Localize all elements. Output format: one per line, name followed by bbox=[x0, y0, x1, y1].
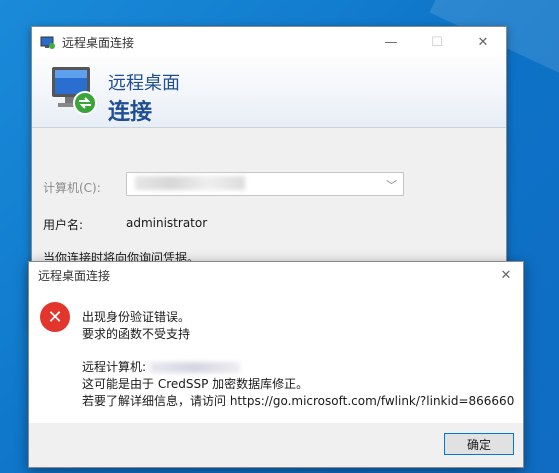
remote-desktop-logo-icon bbox=[48, 63, 100, 119]
remote-computer-label: 远程计算机: bbox=[82, 360, 147, 374]
redacted-computer-name bbox=[135, 176, 245, 190]
window-titlebar[interactable]: 远程桌面连接 — ☐ ✕ bbox=[32, 27, 506, 57]
chevron-down-icon[interactable]: ﹀ bbox=[386, 177, 397, 193]
maximize-icon: ☐ bbox=[431, 34, 443, 50]
minimize-icon[interactable]: — bbox=[368, 27, 414, 57]
redacted-remote-computer bbox=[150, 362, 241, 373]
error-line-5: 若要了解详细信息，请访问 https://go.microsoft.com/fw… bbox=[82, 394, 515, 408]
banner-title-line2: 连接 bbox=[108, 100, 153, 125]
banner-title-line1: 远程桌面 bbox=[108, 73, 180, 94]
error-x-icon: ✕ bbox=[40, 302, 70, 332]
error-line-2: 要求的函数不受支持 bbox=[82, 327, 191, 341]
error-line-1: 出现身份验证错误。 bbox=[82, 310, 191, 324]
dialog-footer: 确定 bbox=[29, 423, 523, 467]
error-line-3: 远程计算机: bbox=[82, 358, 241, 375]
remote-desktop-icon bbox=[40, 35, 56, 49]
banner: 远程桌面 连接 bbox=[32, 57, 506, 128]
dialog-titlebar[interactable]: 远程桌面连接 ✕ bbox=[29, 262, 523, 288]
close-icon[interactable]: ✕ bbox=[460, 27, 506, 57]
computer-combobox[interactable]: ﹀ bbox=[126, 172, 404, 196]
window-title: 远程桌面连接 bbox=[62, 35, 135, 50]
username-value: administrator bbox=[126, 216, 208, 230]
error-dialog: 远程桌面连接 ✕ ✕ 出现身份验证错误。 要求的函数不受支持 远程计算机: 这可… bbox=[28, 261, 524, 468]
error-line-4: 这可能是由于 CredSSP 加密数据库修正。 bbox=[82, 377, 309, 391]
dialog-title: 远程桌面连接 bbox=[38, 268, 111, 283]
username-label: 用户名: bbox=[43, 218, 84, 232]
computer-label: 计算机(C): bbox=[43, 181, 101, 195]
ok-button[interactable]: 确定 bbox=[444, 433, 514, 455]
close-icon[interactable]: ✕ bbox=[489, 262, 523, 288]
